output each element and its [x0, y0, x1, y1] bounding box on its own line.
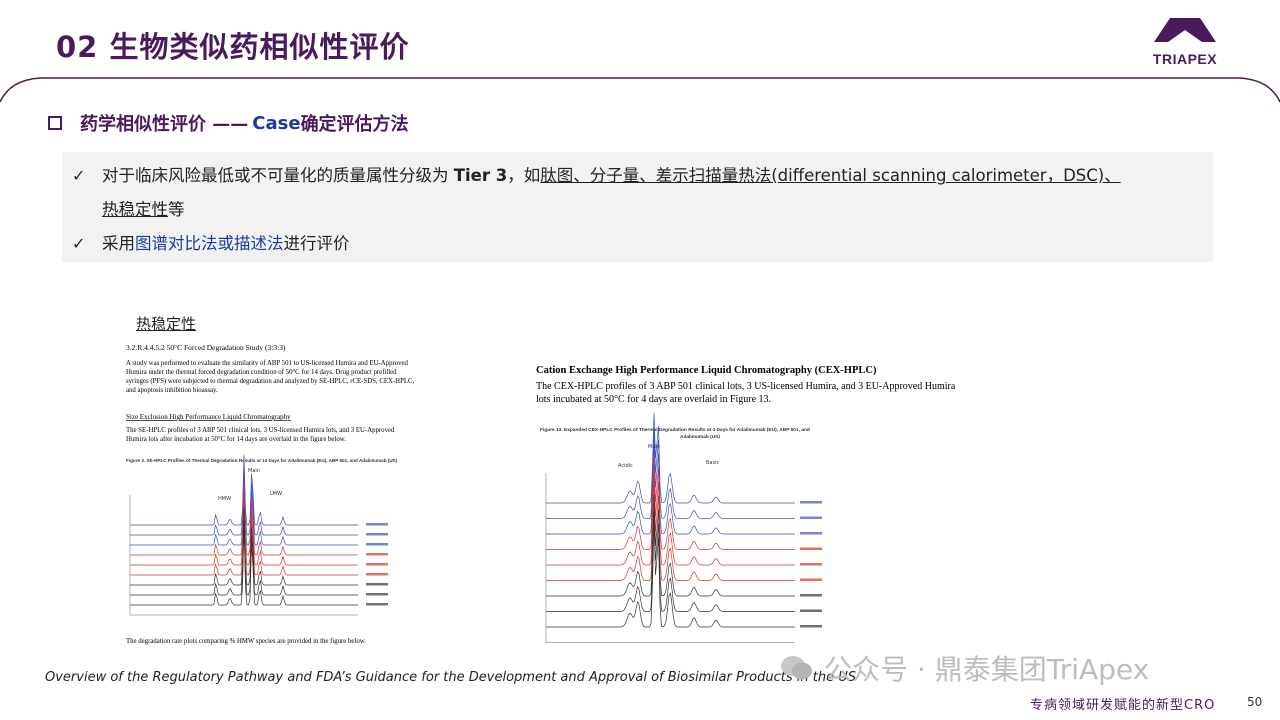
label-lmw: LMW [270, 491, 282, 497]
label-acidic: Acidic [618, 463, 633, 469]
trace-legend-mark [800, 516, 822, 519]
b1-line2: 热稳定性 [102, 200, 168, 219]
watermark-text: 公众号 · 鼎泰集团TriApex [824, 653, 1150, 686]
left-para2-line: Humira lots after incubation at 50°C for… [126, 436, 346, 443]
tagline: 专病领域研发赋能的新型CRO [1030, 698, 1216, 713]
b1-text: 对于临床风险最低或不可量化的质量属性分级为 [102, 166, 454, 185]
trace-legend-mark [366, 543, 388, 546]
trace-legend-mark [800, 625, 822, 628]
trace-legend-mark [366, 553, 388, 556]
trace-legend-mark [366, 583, 388, 586]
label-basic: Basic [706, 460, 719, 466]
trace-legend-mark [366, 533, 388, 536]
left-para1-line: Humira under the thermal forced degradat… [126, 369, 397, 376]
chart-axis [545, 473, 795, 643]
left-para1-line: A study was performed to evaluate the si… [126, 360, 409, 367]
left-fig-title: Figure 3. SE-HPLC Profiles of Thermal De… [126, 458, 398, 463]
left-para1-line: and apoptosis inhibition bioassay. [126, 387, 218, 394]
left-subheading: Size Exclusion High Performance Liquid C… [126, 413, 291, 421]
bullet-1: ✓ 对于临床风险最低或不可量化的质量属性分级为 Tier 3，如肽图、分子量、差示… [72, 162, 1121, 186]
source-citation: Overview of the Regulatory Pathway and F… [45, 670, 856, 685]
right-fig-title: Figure 13. Expanded CEX-HPLC Profiles of… [540, 427, 810, 433]
left-document-image: 3.2.R.4.4.5.2 50°C Forced Degradation St… [118, 338, 503, 648]
right-heading: Cation Exchange High Performance Liquid … [536, 365, 877, 376]
bullet-2: ✓ 采用图谱对比法或描述法进行评价 [72, 230, 350, 254]
trace-legend-mark [366, 573, 388, 576]
page-number: 50 [1247, 695, 1263, 709]
section-case: Case [252, 112, 301, 134]
label-hmw: HMW [218, 496, 231, 502]
trace-legend-mark [800, 578, 822, 581]
left-bottom-text: The degradation rate plots comparing % H… [126, 638, 366, 645]
header-divider [0, 77, 1280, 103]
right-fig-title: Adalimumab (US) [680, 434, 720, 440]
left-para2: The SE-HPLC profiles of 3 ABP 501 clinic… [126, 427, 395, 443]
square-bullet-icon [48, 116, 62, 130]
b1-tier: Tier 3 [453, 166, 508, 185]
chromatogram-trace [130, 523, 358, 606]
left-heading: 3.2.R.4.4.5.2 50°C Forced Degradation St… [126, 343, 286, 352]
left-para2-line: The SE-HPLC profiles of 3 ABP 501 clinic… [126, 427, 395, 434]
b1-end: 等 [168, 200, 185, 219]
page-title: 02 生物类似药相似性评价 [56, 30, 410, 64]
slide: 02 生物类似药相似性评价 TRIAPEX 药学相似性评价 —— Case 确定… [0, 0, 1280, 720]
trace-legend-mark [800, 532, 822, 535]
logo-text: TRIAPEX [1152, 51, 1218, 67]
check-icon: ✓ [72, 166, 86, 185]
b2-end: 进行评价 [283, 234, 350, 253]
right-para-line: The CEX-HPLC profiles of 3 ABP 501 clini… [536, 381, 956, 392]
b2-blue: 图谱对比法或描述法 [135, 234, 284, 253]
trace-legend-mark [366, 603, 388, 606]
left-para1: A study was performed to evaluate the si… [126, 360, 415, 394]
wechat-icon [781, 656, 812, 680]
cex-hplc-chart [545, 412, 822, 643]
b1-text2: ，如 [507, 166, 541, 185]
section-suffix: 确定评估方法 [300, 114, 409, 135]
trace-legend-mark [800, 501, 822, 504]
trace-legend-mark [800, 547, 822, 550]
watermark: 公众号 · 鼎泰集团TriApex [780, 648, 1149, 688]
trace-legend-mark [800, 609, 822, 612]
trace-legend-mark [366, 563, 388, 566]
trace-legend-mark [366, 593, 388, 596]
label-main: Main [248, 468, 260, 474]
trace-legend-mark [800, 563, 822, 566]
right-document-image: Cation Exchange High Performance Liquid … [536, 365, 956, 643]
left-para1-line: syringes (PFS) were subjected to thermal… [126, 378, 415, 385]
section-heading: 药学相似性评价 —— Case 确定评估方法 [48, 110, 409, 136]
b2-text: 采用 [102, 234, 135, 253]
check-icon: ✓ [72, 234, 86, 253]
se-hplc-chart [129, 454, 388, 616]
right-para-line: lots incubated at 50°C for 4 days are ov… [536, 394, 771, 405]
b1-list: 肽图、分子量、差示扫描量热法(differential scanning cal… [540, 166, 1121, 185]
trace-legend-mark [800, 594, 822, 597]
bullet-1-cont: 热稳定性等 [102, 196, 185, 220]
trace-legend-mark [366, 523, 388, 526]
section-prefix: 药学相似性评价 —— [80, 114, 249, 135]
left-caption: 热稳定性 [136, 315, 197, 333]
label-main: Main [648, 444, 660, 450]
